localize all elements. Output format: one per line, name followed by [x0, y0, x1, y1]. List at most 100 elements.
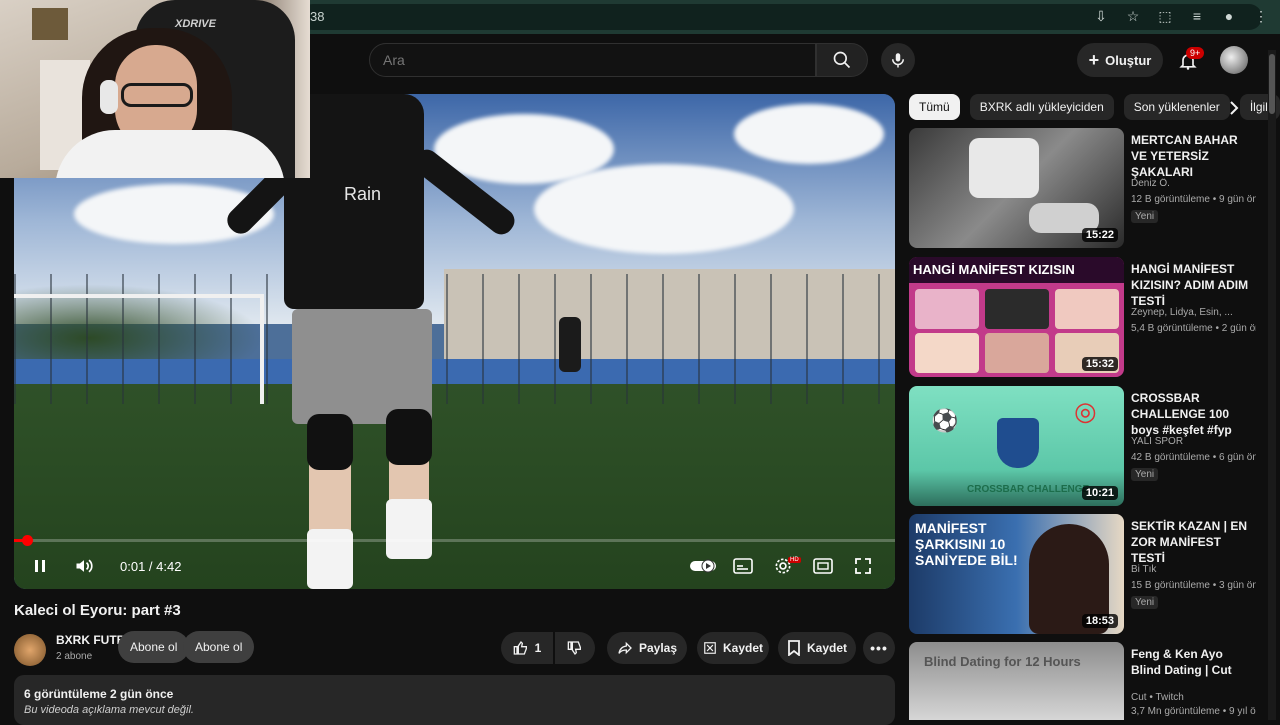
- extensions-icon[interactable]: ⬚: [1156, 7, 1174, 25]
- search-input[interactable]: [383, 52, 803, 68]
- profile-icon[interactable]: ●: [1220, 7, 1238, 25]
- subscribe-button-secondary[interactable]: Abone ol: [183, 631, 255, 663]
- recommendation-channel[interactable]: Zeynep, Lidya, Esin, ...: [1131, 307, 1256, 318]
- share-label: Paylaş: [638, 641, 678, 655]
- target-icon: ◎: [1074, 396, 1097, 426]
- recommendation-meta: 3,7 Mn görüntüleme • 9 yıl önce: [1131, 706, 1256, 717]
- media-icon[interactable]: ≡: [1188, 7, 1206, 25]
- recommendation-title[interactable]: Feng & Ken Ayo Blind Dating | Cut: [1131, 646, 1256, 678]
- theater-mode-button[interactable]: [811, 553, 835, 579]
- create-button[interactable]: + Oluştur: [1077, 43, 1163, 77]
- recommendation-channel[interactable]: Bi Tık: [1131, 564, 1256, 575]
- subtitles-icon: [733, 558, 753, 574]
- subscribe-button[interactable]: Abone ol: [118, 631, 190, 663]
- channel-avatar[interactable]: [14, 634, 46, 666]
- recommendation-item[interactable]: MANİFEST ŞARKISINI 10 SANİYEDE BİL! 18:5…: [909, 514, 1265, 634]
- recommendation-thumbnail[interactable]: 15:22: [909, 128, 1124, 248]
- address-text[interactable]: 38: [310, 9, 324, 24]
- webcam-glasses: [121, 83, 193, 107]
- recommendation-channel[interactable]: YALI SPOR: [1131, 436, 1256, 447]
- recommendation-channel[interactable]: Cut • Twitch: [1131, 692, 1256, 703]
- clip-button[interactable]: Kaydet: [697, 632, 769, 664]
- share-icon: [618, 641, 632, 655]
- webcam-overlay: XDRIVE: [0, 0, 310, 178]
- subtitles-button[interactable]: [731, 553, 755, 579]
- fullscreen-button[interactable]: [851, 553, 875, 579]
- progress-scrubber[interactable]: [22, 535, 33, 546]
- recommendation-title[interactable]: SEKTİR KAZAN | EN ZOR MANİFEST TESTİ: [1131, 518, 1256, 566]
- recommendation-title[interactable]: MERTCAN BAHAR VE YETERSİZ ŞAKALARI: [1131, 132, 1256, 180]
- star-icon[interactable]: ☆: [1124, 7, 1142, 25]
- volume-button[interactable]: [72, 553, 96, 579]
- chip-uploader[interactable]: BXRK adlı yükleyiciden: [969, 94, 1114, 120]
- menu-icon[interactable]: ⋮: [1252, 7, 1270, 25]
- search-button[interactable]: [816, 43, 868, 77]
- new-badge: Yeni: [1131, 210, 1159, 223]
- video-knee-pad: [386, 409, 432, 465]
- install-icon[interactable]: ⇩: [1092, 7, 1110, 25]
- scrollbar-thumb[interactable]: [1269, 54, 1275, 114]
- video-duration: 10:21: [1081, 486, 1118, 500]
- more-icon: •••: [870, 640, 888, 656]
- autoplay-toggle[interactable]: [688, 553, 718, 579]
- recommendation-thumbnail[interactable]: HANGİ MANİFEST KIZISIN 15:32: [909, 257, 1124, 377]
- page-scrollbar[interactable]: [1268, 50, 1276, 720]
- webcam-shirt: [55, 130, 285, 178]
- save-label: Kaydet: [806, 641, 847, 655]
- like-count: 1: [534, 641, 542, 655]
- thumb-text: Blind Dating for 12 Hours: [924, 654, 1081, 669]
- recommendation-item[interactable]: Blind Dating for 12 Hours Feng & Ken Ayo…: [909, 642, 1265, 720]
- webcam-headset: [100, 80, 118, 114]
- thumbs-up-icon: [513, 640, 527, 655]
- thumb-tile: [915, 289, 979, 329]
- create-label: Oluştur: [1105, 52, 1152, 68]
- recommendation-channel[interactable]: Deniz Ö.: [1131, 178, 1256, 189]
- recommendation-thumbnail[interactable]: ⚽ ◎ CROSSBAR CHALLENGE 10:21: [909, 386, 1124, 506]
- account-avatar[interactable]: [1220, 46, 1248, 74]
- video-goalpost: [14, 294, 264, 404]
- search-icon: [833, 51, 851, 69]
- thumb-tile: [915, 333, 979, 373]
- subscriber-count: 2 abone: [56, 651, 93, 662]
- video-cloud: [734, 104, 884, 164]
- recommendation-meta: 12 B görüntüleme • 9 gün önce: [1131, 194, 1256, 205]
- thumbs-down-icon: [567, 641, 581, 656]
- video-duration: 18:53: [1081, 614, 1118, 628]
- progress-bar[interactable]: [14, 539, 895, 542]
- recommendation-item[interactable]: HANGİ MANİFEST KIZISIN 15:32 HANGİ MANİF…: [909, 257, 1265, 377]
- thumb-text: MANİFEST ŞARKISINI 10 SANİYEDE BİL!: [915, 520, 1018, 568]
- pause-icon: [35, 560, 45, 572]
- video-title: Kaleci ol Eyoru: part #3: [14, 602, 181, 619]
- recommendation-thumbnail[interactable]: MANİFEST ŞARKISINI 10 SANİYEDE BİL! 18:5…: [909, 514, 1124, 634]
- hd-badge: HD: [788, 557, 801, 563]
- pause-button[interactable]: [28, 553, 52, 579]
- toggle-icon: [690, 559, 716, 573]
- share-button[interactable]: Paylaş: [607, 632, 687, 664]
- recommendation-meta: 5,4 B görüntüleme • 2 gün önce: [1131, 323, 1256, 334]
- progress-fill: [14, 539, 22, 542]
- chip-all[interactable]: Tümü: [909, 94, 960, 120]
- dislike-button[interactable]: [555, 632, 595, 664]
- video-sock: [386, 499, 432, 559]
- thumb-tile: [1055, 289, 1119, 329]
- voice-search-button[interactable]: [881, 43, 915, 77]
- recommendation-item[interactable]: 15:22 MERTCAN BAHAR VE YETERSİZ ŞAKALARI…: [909, 128, 1265, 248]
- recommendation-item[interactable]: ⚽ ◎ CROSSBAR CHALLENGE 10:21 CROSSBAR CH…: [909, 386, 1265, 506]
- clip-icon: [704, 642, 716, 654]
- thumb-tile: [985, 333, 1049, 373]
- more-actions-button[interactable]: •••: [863, 632, 895, 664]
- chair-brand: XDRIVE: [175, 18, 216, 30]
- save-button[interactable]: Kaydet: [778, 632, 856, 664]
- fullscreen-icon: [855, 558, 871, 574]
- theater-icon: [813, 558, 833, 574]
- recommendation-title[interactable]: CROSSBAR CHALLENGE 100 boys #keşfet #fyp…: [1131, 390, 1256, 438]
- shield-icon: [997, 418, 1039, 468]
- chip-recent[interactable]: Son yüklenenler: [1123, 94, 1230, 120]
- chips-next-button[interactable]: [1224, 98, 1244, 118]
- recommendation-title[interactable]: HANGİ MANİFEST KIZISIN? ADIM ADIM TESTİ: [1131, 261, 1256, 309]
- recommendation-thumbnail[interactable]: Blind Dating for 12 Hours: [909, 642, 1124, 720]
- view-count: 6 görüntüleme 2 gün önce: [24, 687, 174, 701]
- notification-badge: 9+: [1186, 47, 1205, 59]
- video-cloud: [534, 164, 794, 254]
- like-button[interactable]: 1: [501, 632, 553, 664]
